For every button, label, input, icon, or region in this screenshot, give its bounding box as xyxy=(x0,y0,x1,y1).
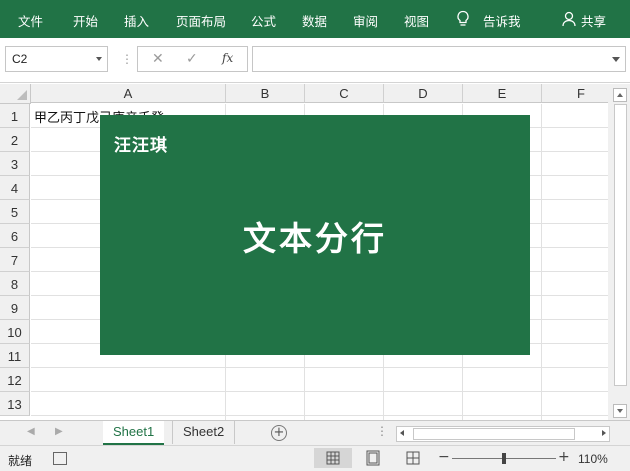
splitter-dots-icon[interactable]: ⋮ xyxy=(121,52,133,66)
tab-home[interactable]: 开始 xyxy=(73,11,98,30)
ribbon-tabs-bar: 文件 开始 插入 页面布局 公式 数据 审阅 视图 告诉我 共享 xyxy=(0,0,630,38)
column-header-d[interactable]: D xyxy=(384,84,463,103)
formula-buttons: ✕ ✓ fx xyxy=(137,46,248,72)
share-person-icon[interactable] xyxy=(561,10,577,28)
horizontal-scrollbar[interactable] xyxy=(396,426,610,442)
page-break-icon xyxy=(406,451,420,465)
sheet-tab-sheet1[interactable]: Sheet1 xyxy=(103,421,165,445)
scroll-left-icon[interactable] xyxy=(400,430,404,436)
gridline xyxy=(31,391,608,392)
scroll-right-icon[interactable] xyxy=(602,430,606,436)
chevron-down-icon[interactable] xyxy=(96,57,102,61)
tab-formulas[interactable]: 公式 xyxy=(251,11,276,30)
column-header-c[interactable]: C xyxy=(305,84,384,103)
row-header-4[interactable]: 4 xyxy=(0,176,30,200)
status-ready: 就绪 xyxy=(8,454,33,468)
column-header-e[interactable]: E xyxy=(463,84,542,103)
prev-sheet-icon[interactable]: ◀ xyxy=(27,426,35,437)
zoom-out-button[interactable]: − xyxy=(438,449,450,465)
banner-title: 文本分行 xyxy=(243,219,387,258)
normal-view-button[interactable] xyxy=(314,448,352,468)
page-break-view-button[interactable] xyxy=(394,448,432,468)
column-header-a[interactable]: A xyxy=(31,84,226,103)
insert-function-button[interactable]: fx xyxy=(222,51,233,65)
select-all-corner[interactable] xyxy=(0,84,31,104)
name-box[interactable]: C2 xyxy=(5,46,108,72)
gridline xyxy=(31,367,608,368)
row-header-3[interactable]: 3 xyxy=(0,152,30,176)
vertical-scroll-thumb[interactable] xyxy=(614,104,627,386)
row-header-12[interactable]: 12 xyxy=(0,368,30,392)
brand-logo-text: 汪汪琪 xyxy=(114,136,168,156)
macro-record-icon[interactable] xyxy=(53,452,67,465)
title-banner: 汪汪琪 文本分行 xyxy=(100,115,530,355)
splitter-dots-icon[interactable]: ⋮ xyxy=(376,424,388,438)
add-sheet-icon[interactable]: + xyxy=(271,425,287,441)
row-header-2[interactable]: 2 xyxy=(0,128,30,152)
grid-view-icon xyxy=(326,451,340,465)
tab-insert[interactable]: 插入 xyxy=(124,11,149,30)
page-layout-view-button[interactable] xyxy=(354,448,392,468)
next-sheet-icon[interactable]: ▶ xyxy=(55,426,63,437)
page-layout-icon xyxy=(366,450,380,466)
gridline xyxy=(31,415,608,416)
enter-check-icon[interactable]: ✓ xyxy=(186,51,198,67)
gridline xyxy=(541,104,542,420)
row-header-10[interactable]: 10 xyxy=(0,320,30,344)
expand-formula-chevron-icon[interactable] xyxy=(612,57,620,62)
zoom-slider-knob[interactable] xyxy=(502,453,506,464)
column-header-b[interactable]: B xyxy=(226,84,305,103)
row-header-1[interactable]: 1 xyxy=(0,104,30,128)
tab-file[interactable]: 文件 xyxy=(18,11,43,30)
zoom-level[interactable]: 110% xyxy=(578,452,608,466)
tab-page-layout[interactable]: 页面布局 xyxy=(176,11,226,30)
column-header-f[interactable]: F xyxy=(542,84,608,103)
sheet-tabs-bar: ◀ ▶ Sheet1 Sheet2 + ⋮ xyxy=(0,420,630,445)
row-header-8[interactable]: 8 xyxy=(0,272,30,296)
vertical-scrollbar[interactable] xyxy=(608,84,630,420)
tab-review[interactable]: 审阅 xyxy=(353,11,378,30)
scroll-down-button[interactable] xyxy=(613,404,627,418)
horizontal-scroll-thumb[interactable] xyxy=(413,428,575,440)
lightbulb-icon[interactable] xyxy=(455,10,471,28)
row-header-9[interactable]: 9 xyxy=(0,296,30,320)
tab-data[interactable]: 数据 xyxy=(302,11,327,30)
formula-input[interactable] xyxy=(252,46,626,72)
tab-view[interactable]: 视图 xyxy=(404,11,429,30)
sheet-tab-sheet2[interactable]: Sheet2 xyxy=(172,421,236,444)
name-box-value: C2 xyxy=(12,52,28,66)
scroll-up-button[interactable] xyxy=(613,88,627,102)
arrow-up-icon xyxy=(617,93,623,97)
row-header-6[interactable]: 6 xyxy=(0,224,30,248)
cancel-icon[interactable]: ✕ xyxy=(152,51,164,67)
arrow-down-icon xyxy=(617,409,623,413)
zoom-in-button[interactable]: + xyxy=(558,449,570,465)
tell-me-search[interactable]: 告诉我 xyxy=(483,11,521,30)
share-button[interactable]: 共享 xyxy=(581,11,606,30)
row-header-7[interactable]: 7 xyxy=(0,248,30,272)
formula-bar: C2 ⋮ ✕ ✓ fx xyxy=(0,38,630,83)
row-header-13[interactable]: 13 xyxy=(0,392,30,416)
status-bar: 就绪 − + 110% xyxy=(0,445,630,471)
row-header-5[interactable]: 5 xyxy=(0,200,30,224)
row-header-11[interactable]: 11 xyxy=(0,344,30,368)
